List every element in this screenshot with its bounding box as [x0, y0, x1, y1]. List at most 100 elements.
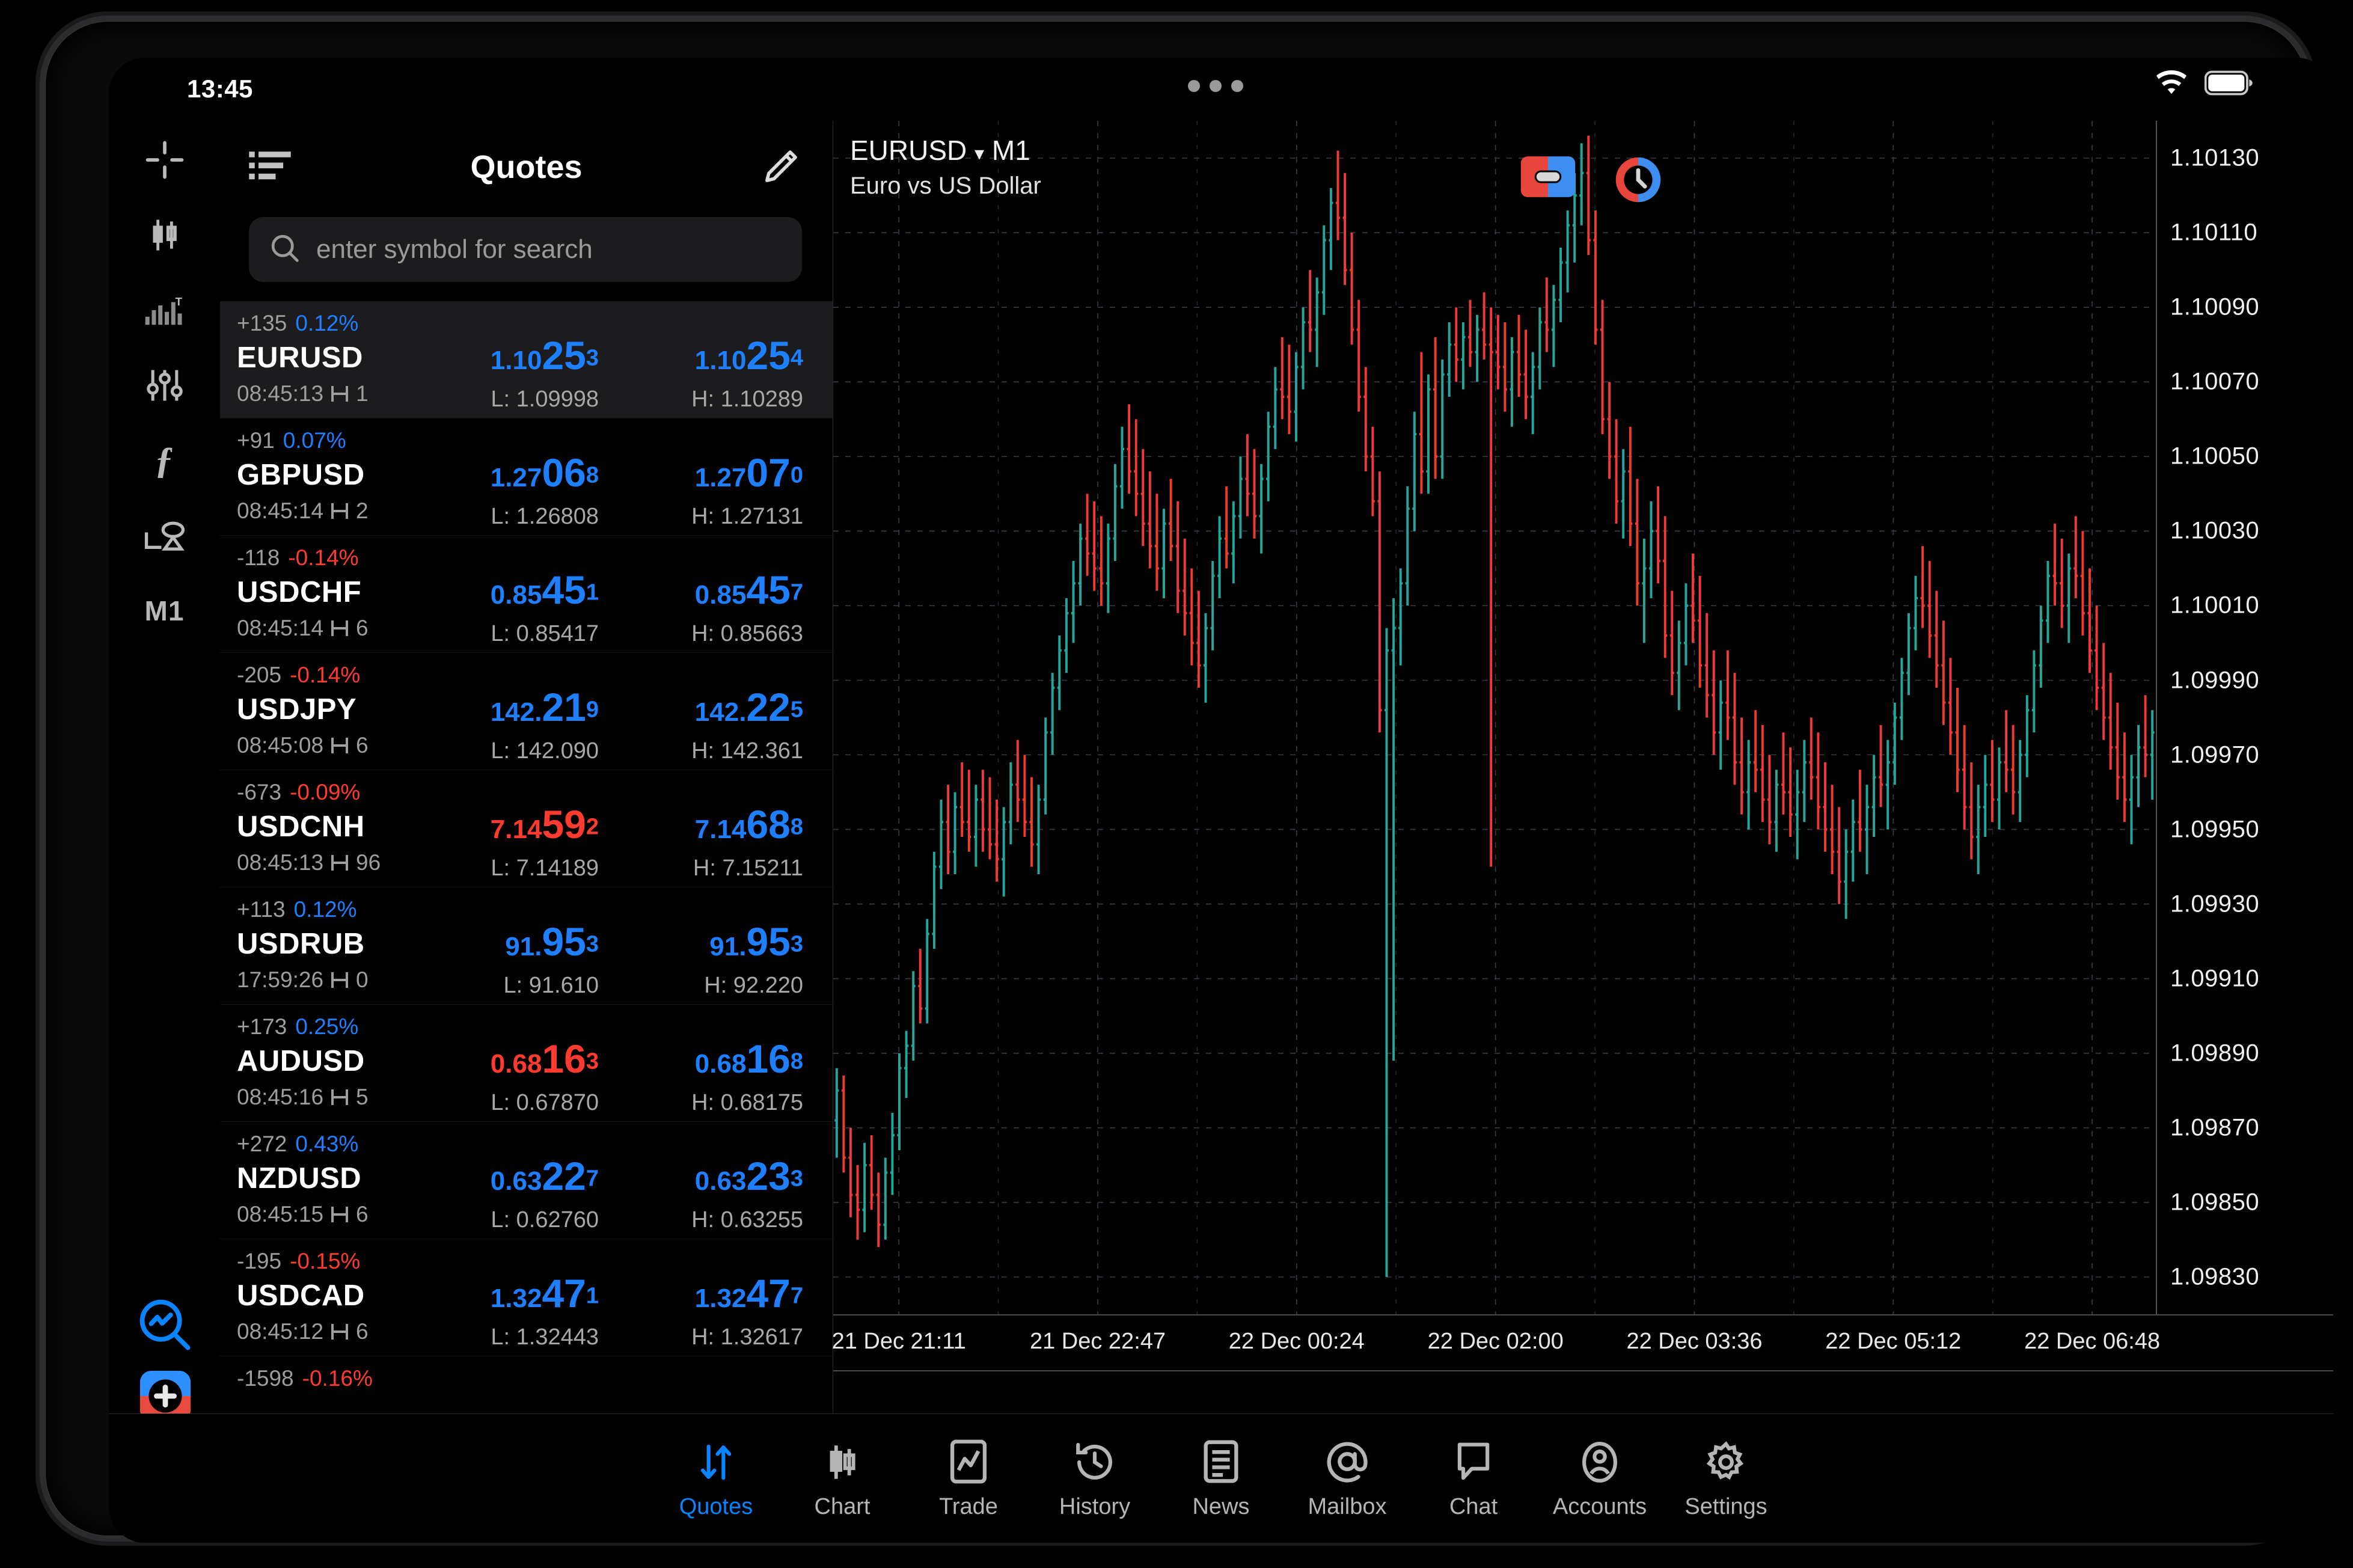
quote-row[interactable]: +272 0.43% NZDUSD 08:45:15 6 0.63227 0.63233 L:…: [220, 1122, 833, 1239]
quote-row[interactable]: +113 0.12% USDRUB 17:59:26 0 91.953 91.953 L: 9…: [220, 887, 833, 1005]
quote-change-percent: -0.16%: [302, 1366, 373, 1391]
quote-spread: 5: [356, 1085, 369, 1109]
chart-symbol-label[interactable]: EURUSD ▾ M1: [850, 134, 1030, 167]
trade-chart-icon: [949, 1438, 988, 1484]
nav-item-label: Mailbox: [1308, 1493, 1387, 1519]
quote-row[interactable]: -118 -0.14% USDCHF 08:45:14 6 0.85451 0.85457 L…: [220, 536, 833, 653]
quote-meta: 08:45:13 1: [237, 381, 369, 406]
chart-plot[interactable]: EURUSD ▾ M1 Euro vs US Dollar: [833, 121, 2156, 1314]
quote-low: L: 91.610: [503, 973, 599, 998]
quote-change-percent: 0.12%: [293, 897, 357, 922]
quote-row[interactable]: -205 -0.14% USDJPY 08:45:08 6 142.219 142.225 L…: [220, 653, 833, 770]
quote-ask: 1.10254: [694, 333, 803, 378]
time-axis-tick: 21 Dec 21:11: [831, 1329, 966, 1354]
nav-item-chat[interactable]: Chat: [1410, 1438, 1537, 1520]
nav-item-label: Settings: [1684, 1493, 1767, 1519]
quote-change: +91 0.07%: [237, 428, 346, 453]
price-axis-tick: 1.09870: [2170, 1114, 2260, 1141]
nav-item-news[interactable]: News: [1158, 1438, 1284, 1520]
nav-item-chart[interactable]: Chart: [779, 1438, 905, 1520]
quote-row[interactable]: -1598 -0.16%: [220, 1356, 833, 1413]
time-axis-tick: 21 Dec 22:47: [1029, 1329, 1166, 1354]
edit-pencil-icon[interactable]: [759, 146, 801, 188]
objects-icon[interactable]: [132, 503, 198, 569]
functions-icon[interactable]: ƒ: [132, 427, 198, 494]
quote-symbol: USDRUB: [237, 928, 365, 960]
timeframe-icon[interactable]: M1: [132, 578, 198, 644]
time-axis-tick: 22 Dec 06:48: [2024, 1329, 2161, 1354]
quote-spread: 6: [356, 1319, 369, 1344]
quote-row[interactable]: +173 0.25% AUDUSD 08:45:16 5 0.68163 0.68168 L:…: [220, 1005, 833, 1122]
price-axis-tick: 1.09850: [2170, 1189, 2260, 1216]
quote-symbol: AUDUSD: [237, 1045, 365, 1077]
quote-high: H: 142.361: [691, 738, 803, 764]
pending-order-clock-button[interactable]: [1612, 154, 1664, 209]
multitask-handle[interactable]: [1188, 80, 1243, 92]
quote-bid: 0.63227: [490, 1154, 599, 1198]
status-time: 13:45: [187, 75, 253, 103]
chevron-down-icon[interactable]: ▾: [975, 142, 984, 164]
volumes-icon[interactable]: T: [132, 277, 198, 343]
chart-search-icon[interactable]: [136, 1296, 194, 1354]
trade-sell-buy-button[interactable]: [1519, 154, 1577, 209]
quote-ask: 0.63233: [694, 1154, 803, 1198]
quote-symbol: USDCHF: [237, 576, 362, 608]
price-chart: [833, 121, 2156, 1314]
quote-change-percent: 0.07%: [283, 428, 346, 453]
quote-spread: 6: [356, 616, 369, 640]
quote-row[interactable]: +135 0.12% EURUSD 08:45:13 1 1.10253 1.10254 L:…: [220, 301, 833, 418]
quote-time: 08:45:13: [237, 850, 324, 875]
chat-bubble-icon: [1454, 1438, 1493, 1484]
quote-symbol: USDCNH: [237, 810, 365, 843]
quote-row[interactable]: +91 0.07% GBPUSD 08:45:14 2 1.27068 1.27070 L: …: [220, 418, 833, 536]
spread-icon: [331, 855, 349, 871]
indicators-icon[interactable]: [132, 352, 198, 418]
quote-change-percent: -0.14%: [288, 545, 359, 570]
price-axis-tick: 1.09990: [2170, 667, 2260, 693]
spread-icon: [331, 503, 349, 519]
quote-time: 08:45:14: [237, 616, 324, 640]
nav-item-label: Quotes: [679, 1493, 753, 1519]
nav-item-accounts[interactable]: Accounts: [1537, 1438, 1663, 1520]
quote-high: H: 0.68175: [691, 1090, 803, 1115]
quote-spread: 96: [356, 850, 381, 875]
search-icon: [269, 233, 301, 267]
search-input[interactable]: [316, 234, 782, 265]
spread-icon: [331, 738, 349, 753]
chart-area[interactable]: EURUSD ▾ M1 Euro vs US Dollar 1.10130 1.…: [831, 121, 2333, 1413]
quotes-panel: Quotes +135 0.12% EURUSD 08:45:13 1 1.10253 1.…: [220, 121, 833, 1413]
timeframe-label: M1: [144, 595, 185, 626]
quote-change: -205 -0.14%: [237, 663, 360, 688]
quote-change-percent: -0.15%: [290, 1249, 361, 1273]
quote-row[interactable]: -673 -0.09% USDCNH 08:45:13 96 7.14592 7.14688…: [220, 770, 833, 887]
candlestick-chart-icon[interactable]: [132, 202, 198, 268]
spread-icon: [331, 1089, 349, 1105]
quote-meta: 08:45:14 2: [237, 498, 369, 524]
dot: [1231, 80, 1243, 92]
quote-change-points: -673: [237, 780, 282, 804]
dot: [1210, 80, 1222, 92]
quote-high: H: 7.15211: [693, 856, 803, 881]
quote-meta: 08:45:13 96: [237, 850, 381, 875]
quote-change: -1598 -0.16%: [237, 1366, 373, 1391]
quote-list[interactable]: +135 0.12% EURUSD 08:45:13 1 1.10253 1.10254 L:…: [220, 301, 833, 1413]
crosshair-icon[interactable]: [132, 127, 198, 193]
status-bar: 13:45: [109, 58, 2333, 121]
quote-change-percent: -0.09%: [290, 780, 361, 804]
quote-change: -673 -0.09%: [237, 780, 360, 805]
nav-item-settings[interactable]: Settings: [1663, 1438, 1789, 1520]
quote-time: 08:45:16: [237, 1085, 324, 1109]
quote-ask: 0.68168: [694, 1037, 803, 1081]
quote-spread: 0: [356, 967, 369, 992]
nav-item-quotes[interactable]: Quotes: [653, 1438, 779, 1520]
nav-item-trade[interactable]: Trade: [905, 1438, 1032, 1520]
quote-low: L: 0.85417: [491, 621, 599, 646]
nav-item-history[interactable]: History: [1032, 1438, 1158, 1520]
nav-item-mailbox[interactable]: Mailbox: [1284, 1438, 1410, 1520]
quote-row[interactable]: -195 -0.15% USDCAD 08:45:12 6 1.32471 1.32477 L…: [220, 1239, 833, 1356]
quote-bid: 1.27068: [490, 450, 599, 495]
search-bar[interactable]: [249, 217, 802, 282]
candlestick-icon: [821, 1438, 863, 1484]
price-axis-tick: 1.09910: [2170, 965, 2260, 992]
quote-change-points: +272: [237, 1132, 287, 1156]
